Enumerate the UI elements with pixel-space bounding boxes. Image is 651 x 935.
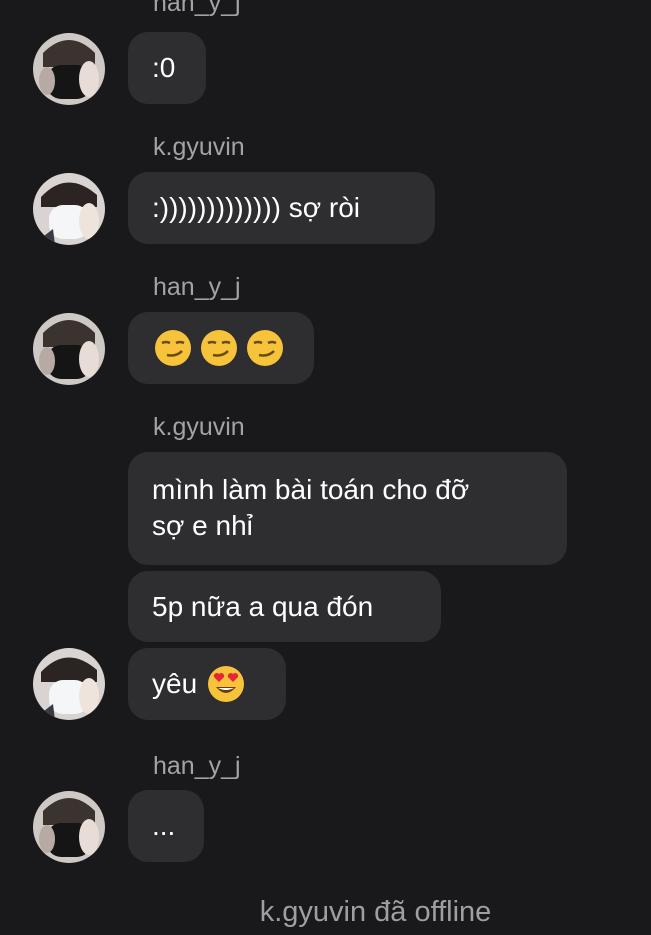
avatar-han[interactable]: [33, 791, 105, 863]
smirking-face-icon: [246, 329, 284, 367]
message-text: yêu: [152, 668, 198, 699]
message-text-line-2: sợ e nhỉ: [152, 510, 253, 541]
avatar-masked-photo-icon: [33, 33, 105, 105]
avatar-white-mask-photo-icon: [33, 173, 105, 245]
avatar-white-mask-photo-icon: [33, 648, 105, 720]
message-text: :0: [152, 52, 176, 83]
avatar-masked-photo-icon: [33, 313, 105, 385]
message-bubble[interactable]: ...: [128, 790, 204, 862]
smirking-face-icon: [200, 329, 238, 367]
smirking-face-icon: [154, 329, 192, 367]
sender-name-han: han_y_j: [153, 752, 241, 780]
message-bubble[interactable]: mình làm bài toán cho đỡ sợ e nhỉ: [128, 452, 567, 565]
avatar-gyuvin[interactable]: [33, 173, 105, 245]
message-bubble[interactable]: :))))))))))))) sợ ròi: [128, 172, 435, 244]
avatar-gyuvin[interactable]: [33, 648, 105, 720]
avatar-masked-photo-icon: [33, 791, 105, 863]
avatar-han[interactable]: [33, 33, 105, 105]
emoji-message-bubble[interactable]: [128, 312, 314, 384]
offline-status-note: k.gyuvin đã offline: [259, 896, 492, 928]
message-bubble[interactable]: :0: [128, 32, 206, 104]
message-bubble[interactable]: 5p nữa a qua đón: [128, 571, 441, 642]
sender-name-han: han_y_j: [153, 0, 241, 17]
sender-name-han: han_y_j: [153, 273, 241, 301]
message-text: 5p nữa a qua đón: [152, 590, 374, 622]
sender-name-gyuvin: k.gyuvin: [153, 133, 245, 161]
message-text-line-1: mình làm bài toán cho đỡ: [152, 474, 470, 505]
message-text: :))))))))))))) sợ ròi: [152, 192, 361, 223]
message-bubble[interactable]: yêu: [128, 648, 286, 720]
message-text: ...: [152, 810, 176, 841]
sender-name-gyuvin: k.gyuvin: [153, 413, 245, 441]
heart-eyes-face-icon: [207, 665, 245, 703]
avatar-han[interactable]: [33, 313, 105, 385]
